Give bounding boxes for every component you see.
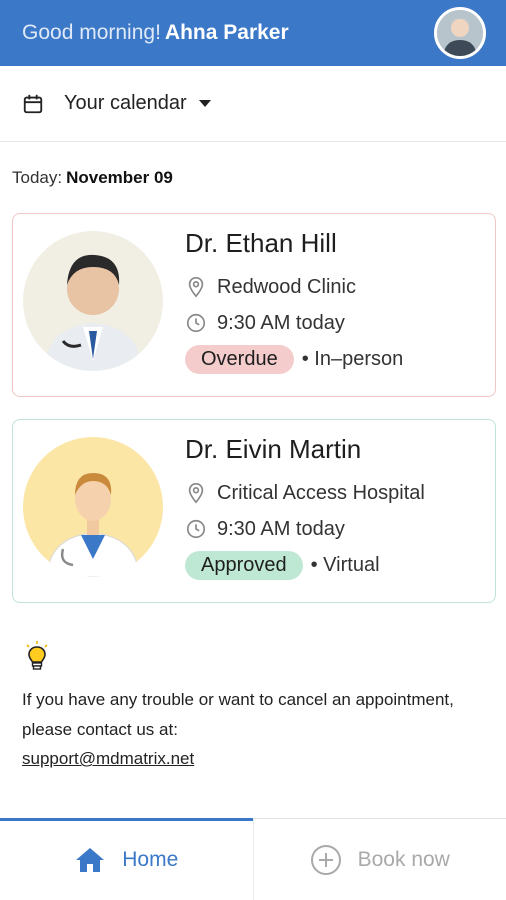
- user-name: Ahna Parker: [164, 21, 289, 44]
- home-icon: [76, 847, 105, 872]
- appointment-info: Dr. Ethan Hill Redwood Clinic 9:30 AM to…: [185, 228, 403, 377]
- doctor-avatar-image: [23, 437, 163, 577]
- time-text: 9:30 AM today: [217, 311, 345, 334]
- location-text: Critical Access Hospital: [217, 481, 425, 504]
- location-pin-icon: [188, 277, 204, 298]
- plus-circle-icon: [310, 844, 341, 875]
- greeting-label: Good morning!: [22, 21, 161, 44]
- tab-home[interactable]: Home: [0, 818, 253, 900]
- doctor-photo: [23, 437, 163, 577]
- tab-book-label: Book now: [357, 847, 450, 871]
- doctor-avatar-image: [23, 231, 163, 371]
- appointment-info: Dr. Eivin Martin Critical Access Hospita…: [185, 434, 425, 583]
- visit-mode: • In–person: [301, 347, 404, 370]
- today-line: Today: November 09: [12, 168, 506, 188]
- doctor-name: Dr. Ethan Hill: [185, 228, 337, 258]
- doctor-name: Dr. Eivin Martin: [185, 434, 362, 464]
- bottom-tab-bar: Home Book now: [0, 818, 506, 900]
- appointment-card[interactable]: Dr. Eivin Martin Critical Access Hospita…: [12, 419, 496, 603]
- status-row: Overdue • In–person: [185, 341, 403, 377]
- clock-icon: [186, 313, 206, 333]
- help-message: If you have any trouble or want to cance…: [22, 690, 454, 739]
- app-header: Good morning! Ahna Parker: [0, 0, 506, 66]
- time-row: 9:30 AM today: [185, 305, 403, 341]
- tab-book-now[interactable]: Book now: [252, 819, 506, 900]
- location-text: Redwood Clinic: [217, 275, 356, 298]
- support-email-link[interactable]: support@mdmatrix.net: [22, 749, 194, 769]
- today-date: November 09: [66, 168, 173, 187]
- status-badge: Approved: [185, 550, 303, 580]
- location-row: Redwood Clinic: [185, 269, 403, 305]
- lightbulb-icon: [26, 641, 48, 670]
- help-section: If you have any trouble or want to cance…: [22, 640, 462, 769]
- greeting-text: Good morning! Ahna Parker: [22, 21, 289, 45]
- chevron-down-icon: [198, 100, 211, 107]
- calendar-icon: [23, 94, 43, 113]
- appointment-card[interactable]: Dr. Ethan Hill Redwood Clinic 9:30 AM to…: [12, 213, 496, 397]
- avatar-image: [437, 10, 483, 56]
- location-row: Critical Access Hospital: [185, 475, 425, 511]
- time-text: 9:30 AM today: [217, 517, 345, 540]
- status-badge: Overdue: [185, 344, 294, 374]
- clock-icon: [186, 519, 206, 539]
- tab-home-label: Home: [122, 847, 179, 871]
- location-pin-icon: [188, 483, 204, 504]
- user-avatar[interactable]: [434, 7, 486, 59]
- doctor-photo: [23, 231, 163, 371]
- time-row: 9:30 AM today: [185, 511, 425, 547]
- calendar-label: Your calendar: [64, 92, 187, 114]
- calendar-selector[interactable]: Your calendar: [0, 66, 506, 142]
- status-row: Approved • Virtual: [185, 547, 425, 583]
- today-prefix: Today:: [12, 168, 63, 187]
- visit-mode: • Virtual: [310, 553, 380, 576]
